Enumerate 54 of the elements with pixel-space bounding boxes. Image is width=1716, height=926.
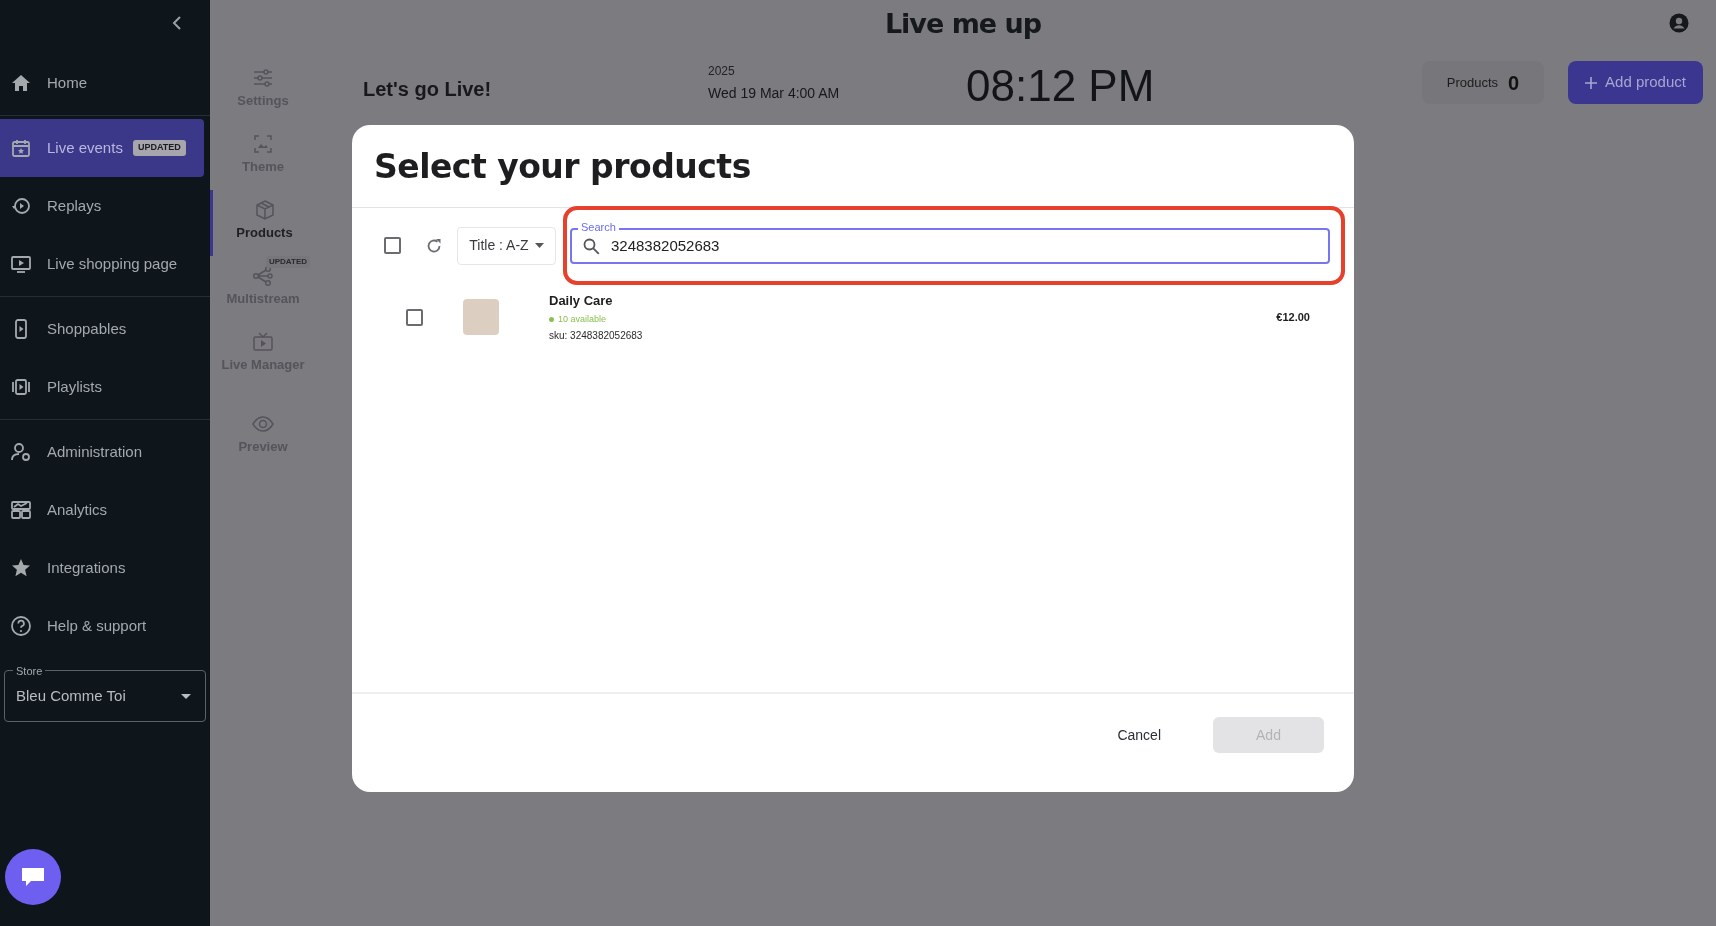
collapse-icon[interactable] [172,16,182,30]
user-account-icon[interactable] [1669,13,1689,33]
analytics-icon [10,499,32,521]
clock-time: 08:12 PM [966,62,1155,110]
calendar-icon [10,137,32,159]
help-icon [10,615,32,637]
star-icon [10,557,32,579]
monitor-play-icon [10,253,32,275]
sidebar-item[interactable]: Analytics [0,481,204,539]
share-nodes-icon [252,265,274,287]
tv-play-icon [252,331,274,353]
sidebar-item[interactable]: Replays [0,177,204,235]
sidebar-item[interactable]: Live shopping page [0,235,204,293]
product-price: €12.00 [1276,309,1310,325]
caret-icon [534,243,544,248]
product-availability: 10 available [549,312,1277,326]
page-title: Let's go Live! [363,77,493,102]
sort-dropdown[interactable]: Title : A-Z [457,226,556,265]
brand-logo: Live me up [884,6,1042,41]
search-icon [583,237,600,255]
updated-badge: UPDATED [132,140,186,156]
select-all-checkbox[interactable] [384,237,401,254]
sliders-icon [252,67,274,89]
chat-button[interactable] [5,849,61,905]
playlist-icon [10,376,32,398]
home-icon [10,72,32,94]
replay-icon [10,195,32,217]
event-year: 2025 [708,63,736,80]
sidebar-item[interactable]: Help & support [0,597,204,655]
plus-icon [1585,76,1598,89]
chat-icon [20,865,46,889]
updated-badge: UPDATED [265,256,310,268]
sidebar-item[interactable]: Administration [0,423,204,481]
user-settings-icon [10,441,32,463]
box-icon [253,199,276,221]
eye-icon [252,413,274,435]
product-photo-placeholder [463,299,499,335]
refresh-icon[interactable] [426,237,442,254]
sidebar-item[interactable]: Shoppables [0,300,204,358]
products-label: Products [1446,73,1499,92]
sidebar-item[interactable]: Home [0,54,204,112]
product-name: Daily Care [549,292,614,310]
sidebar-item[interactable]: Integrations [0,539,204,597]
sidebar-item[interactable]: Live events UPDATED [0,119,204,177]
image-frame-icon [252,133,274,155]
product-checkbox[interactable] [406,308,423,326]
cancel-button[interactable]: Cancel [1105,717,1173,753]
product-sku: sku: 3248382052683 [549,329,644,343]
event-date: Wed 19 Mar 4:00 AM [708,84,841,103]
products-count: 0 [1508,70,1520,96]
add-product-button[interactable]: Add product [1568,61,1703,104]
sidebar-item[interactable]: Playlists [0,358,204,416]
caret-icon [181,693,191,699]
dialog-title: Select your products [374,146,751,189]
